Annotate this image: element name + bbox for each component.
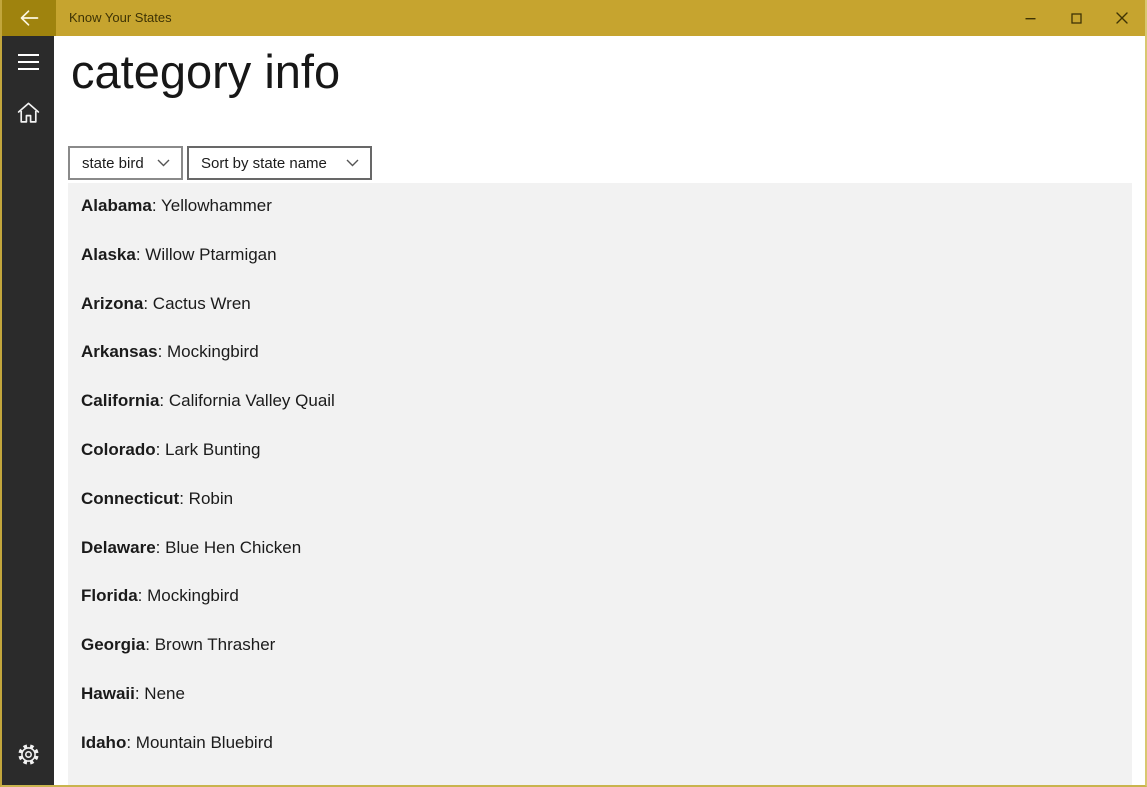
state-bird: : Yellowhammer (151, 196, 272, 215)
state-bird: : Brown Thrasher (145, 635, 276, 655)
close-icon (1116, 12, 1128, 24)
state-bird: : Mountain Bluebird (126, 732, 273, 752)
minimize-button[interactable] (1007, 0, 1053, 36)
maximize-icon (1070, 12, 1082, 24)
state-name: Alabama (81, 196, 152, 215)
state-name: Colorado (81, 439, 156, 459)
state-name: Alaska (81, 244, 136, 264)
window-title: Know Your States (69, 10, 172, 25)
app-body: category info state bird Sort by state n… (2, 36, 1145, 785)
close-button[interactable] (1099, 0, 1145, 36)
content-area: category info state bird Sort by state n… (54, 36, 1145, 785)
sort-dropdown-value: Sort by state name (201, 154, 327, 172)
menu-button[interactable] (2, 36, 54, 87)
titlebar: Know Your States (2, 0, 1145, 36)
list-item[interactable]: Colorado: Lark Bunting (68, 427, 1132, 476)
state-bird: : Robin (179, 488, 234, 508)
state-bird: : Nene (134, 683, 185, 703)
list-item[interactable]: Florida: Mockingbird (68, 573, 1132, 622)
category-dropdown-value: state bird (82, 154, 144, 172)
state-bird: : Mockingbird (157, 342, 259, 362)
state-name: California (81, 391, 160, 411)
state-name: Connecticut (81, 488, 180, 508)
list-item[interactable]: Hawaii: Nene (68, 671, 1132, 720)
sort-dropdown[interactable]: Sort by state name (187, 146, 372, 180)
app-window: Know Your States category info state bir… (0, 0, 1147, 787)
sidebar-item-settings[interactable] (2, 731, 54, 777)
state-name: Delaware (81, 537, 156, 557)
back-button[interactable] (2, 0, 56, 36)
state-name: Georgia (81, 635, 146, 655)
state-name: Illinois (81, 782, 135, 785)
state-bird: : Mockingbird (137, 586, 239, 606)
sidebar-item-home[interactable] (2, 87, 54, 137)
hamburger-icon (17, 53, 39, 70)
maximize-button[interactable] (1053, 0, 1099, 36)
settings-gear-icon (17, 743, 39, 765)
list-item[interactable]: Illinois: Cardinal (68, 769, 1132, 785)
state-name: Arkansas (81, 342, 158, 362)
list-item[interactable]: Arizona: Cactus Wren (68, 281, 1132, 330)
state-name: Idaho (81, 732, 127, 752)
state-bird: : Blue Hen Chicken (155, 537, 302, 557)
state-bird: : Willow Ptarmigan (135, 244, 277, 264)
list-item[interactable]: Connecticut: Robin (68, 476, 1132, 525)
chevron-down-icon (346, 159, 359, 167)
home-icon (17, 102, 39, 123)
state-list[interactable]: Alabama: Yellowhammer Alaska: Willow Ptar… (68, 183, 1132, 785)
state-bird: : California Valley Quail (159, 391, 335, 411)
state-name: Arizona (81, 293, 144, 313)
list-item[interactable]: Alabama: Yellowhammer (68, 183, 1132, 232)
list-item[interactable]: Arkansas: Mockingbird (68, 329, 1132, 378)
sidebar (2, 36, 54, 785)
window-controls (1007, 0, 1145, 36)
list-item[interactable]: Delaware: Blue Hen Chicken (68, 525, 1132, 574)
list-item[interactable]: Georgia: Brown Thrasher (68, 622, 1132, 671)
back-arrow-icon (20, 10, 39, 26)
state-name: Florida (81, 586, 138, 606)
list-item[interactable]: Idaho: Mountain Bluebird (68, 720, 1132, 769)
state-bird: : Cactus Wren (143, 293, 251, 313)
state-bird: : Lark Bunting (155, 439, 261, 459)
state-bird: : Cardinal (135, 782, 208, 785)
chevron-down-icon (157, 159, 170, 167)
list-item[interactable]: Alaska: Willow Ptarmigan (68, 232, 1132, 281)
minimize-icon (1025, 17, 1035, 19)
page-title: category info (71, 45, 341, 98)
category-dropdown[interactable]: state bird (68, 146, 183, 180)
filter-bar: state bird Sort by state name (68, 146, 372, 180)
list-item[interactable]: California: California Valley Quail (68, 378, 1132, 427)
state-name: Hawaii (81, 683, 135, 703)
